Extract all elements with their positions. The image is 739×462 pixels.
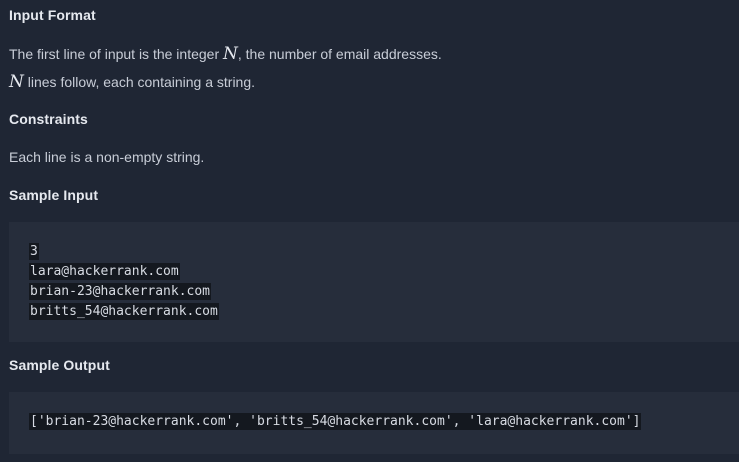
input-format-heading: Input Format	[9, 7, 96, 23]
input-format-line-1-pre: The first line of input is the integer	[9, 46, 223, 62]
sample-output-heading: Sample Output	[9, 357, 110, 373]
problem-statement: Input Format The first line of input is …	[0, 0, 739, 462]
sample-input-code-block: 3 lara@hackerrank.com brian-23@hackerran…	[9, 222, 739, 342]
math-variable-n: N	[9, 72, 24, 92]
math-variable-n: N	[223, 44, 238, 64]
input-format-line-2: N lines follow, each containing a string…	[9, 72, 255, 92]
input-format-line-2-post: lines follow, each containing a string.	[23, 74, 256, 90]
sample-input-heading: Sample Input	[9, 187, 99, 203]
code-line: brian-23@hackerrank.com	[29, 283, 212, 300]
input-format-line-1-post: , the number of email addresses.	[237, 46, 442, 62]
sample-output-code-block: ['brian-23@hackerrank.com', 'britts_54@h…	[9, 392, 739, 454]
code-line: ['brian-23@hackerrank.com', 'britts_54@h…	[29, 413, 642, 430]
code-line: britts_54@hackerrank.com	[29, 303, 219, 320]
code-line: 3	[29, 243, 39, 260]
constraints-heading: Constraints	[9, 111, 88, 127]
input-format-line-1: The first line of input is the integer N…	[9, 44, 442, 64]
code-line: lara@hackerrank.com	[29, 263, 180, 280]
constraints-text: Each line is a non-empty string.	[9, 149, 205, 165]
